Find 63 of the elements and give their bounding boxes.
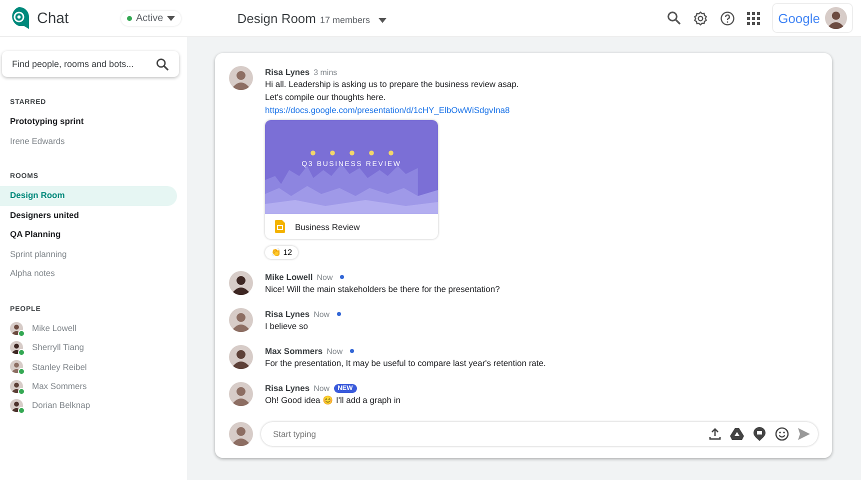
avatar-icon [229, 308, 253, 332]
message-text: Oh! Good idea 😊 I'll add a graph in [265, 394, 400, 407]
triangle-drive-icon[interactable] [730, 428, 744, 440]
slides-file-icon [275, 220, 285, 233]
emoji-icon[interactable] [775, 427, 789, 441]
apps-grid-icon[interactable] [747, 12, 760, 24]
person-item[interactable]: Max Sommers [32, 381, 87, 392]
caret-icon [378, 18, 388, 22]
author-name: Max Sommers [265, 346, 323, 356]
stars-icon [310, 150, 394, 156]
document-link[interactable]: https://docs.google.com/presentation/d/1cHY_ElbOwWiSdgvIna8 [265, 104, 510, 117]
avatar-icon [229, 345, 253, 369]
room-title-dropdown[interactable]: Design Room 17 members [237, 10, 388, 26]
room-item[interactable]: QA Planning [0, 225, 177, 244]
author-name: Risa Lynes [265, 383, 310, 393]
room-item[interactable]: Designers united [0, 206, 177, 225]
help-icon[interactable] [720, 10, 736, 26]
message-text: Nice! Will the main stakeholders be there for the presentation? [265, 283, 500, 296]
search-field[interactable]: Find people, rooms and bots... [2, 51, 179, 77]
account-switcher[interactable]: Google [772, 3, 853, 33]
avatar-icon [10, 380, 23, 393]
author-name: Risa Lynes [265, 309, 310, 319]
search-icon [156, 58, 169, 70]
message-input[interactable]: Start typing [261, 422, 818, 446]
caret-icon [167, 16, 176, 20]
room-item[interactable]: Irene Edwards [0, 132, 177, 151]
avatar-icon [229, 66, 253, 90]
avatar-icon [229, 382, 253, 406]
app-name: Chat [37, 10, 69, 26]
send-icon[interactable] [798, 428, 810, 440]
author-name: Risa Lynes [265, 67, 310, 77]
message-time: Now [326, 346, 343, 356]
person-item[interactable]: Stanley Reibel [32, 362, 87, 372]
reaction-chip[interactable]: 👏 12 [265, 246, 298, 259]
avatar-icon [10, 322, 23, 335]
room-item[interactable]: Alpha notes [0, 264, 177, 284]
message-text: I believe so [265, 320, 308, 333]
person-item[interactable]: Dorian Belknap [32, 400, 90, 410]
avatar-icon [10, 340, 23, 354]
message-time: Now [316, 272, 333, 282]
avatar-icon [229, 422, 253, 446]
message-text: Let's compile our thoughts here. [265, 91, 386, 104]
speech-bubble-icon[interactable] [753, 427, 766, 441]
message-text: Hi all. Leadership is asking us to prepare the business review asap. [265, 78, 519, 91]
person-item[interactable]: Sherryll Tiang [32, 342, 84, 352]
person-item[interactable]: Mike Lowell [32, 323, 76, 334]
avatar-icon [229, 271, 253, 295]
author-name: Mike Lowell [265, 272, 313, 282]
status-dropdown[interactable]: Active [121, 10, 182, 26]
room-item[interactable]: Sprint planning [0, 244, 177, 264]
room-item[interactable]: Design Room [0, 186, 177, 206]
message-time: Now [314, 310, 330, 318]
search-input[interactable]: Find people, rooms and bots... [10, 58, 156, 70]
room-item[interactable]: Prototyping sprint [0, 112, 177, 132]
search-icon[interactable] [667, 11, 682, 25]
upload-icon[interactable] [709, 428, 721, 440]
attachment-name: Business Review [295, 222, 360, 232]
message-time: Now [314, 384, 330, 392]
message-text-input[interactable]: Start typing [271, 428, 700, 440]
message-text: For the presentation, It may be useful to compare last year's retention rate. [265, 357, 546, 370]
settings-icon[interactable] [693, 10, 708, 26]
avatar-icon [825, 7, 847, 29]
message-time: 3 mins [314, 68, 338, 76]
